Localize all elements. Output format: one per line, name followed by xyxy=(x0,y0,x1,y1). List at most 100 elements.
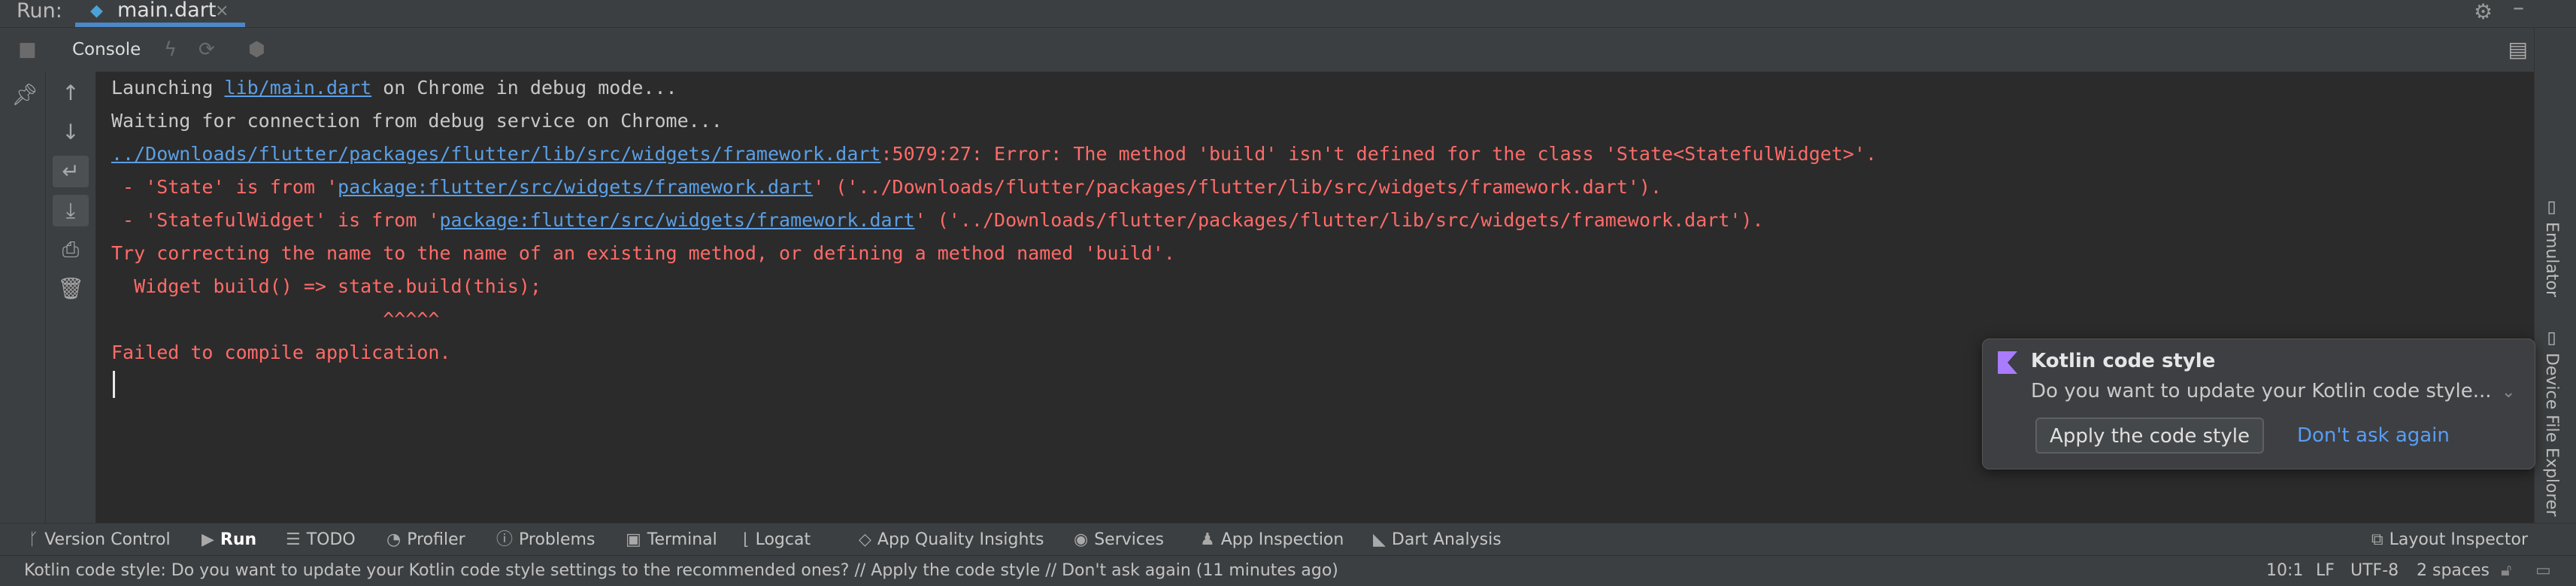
info-circle-icon: ⓘ xyxy=(496,530,514,549)
console-line: Widget build() => state.build(this); xyxy=(111,270,541,303)
tool-label: App Quality Insights xyxy=(877,530,1044,549)
gear-icon[interactable]: ⚙ xyxy=(2474,2,2493,23)
console-file-link[interactable]: ../Downloads/flutter/packages/flutter/li… xyxy=(111,143,881,165)
run-tool-header: Run: ◆ main.dart × ⚙ – xyxy=(0,0,2576,28)
tool-layout-inspector[interactable]: ⧉ Layout Inspector xyxy=(2371,524,2528,556)
caret-position[interactable]: 10:1 xyxy=(2266,556,2303,586)
services-icon: ◉ xyxy=(1074,530,1089,549)
terminal-icon: ▣ xyxy=(626,530,641,549)
notification-title: Kotlin code style xyxy=(2031,350,2216,372)
dont-ask-again-link[interactable]: Don't ask again xyxy=(2297,417,2450,454)
console-text: on Chrome in debug mode... xyxy=(371,77,677,99)
tool-label: Terminal xyxy=(647,530,717,549)
console-line: Failed to compile application. xyxy=(111,336,451,369)
kotlin-code-style-notification: Kotlin code style Do you want to update … xyxy=(1982,339,2535,469)
console-text: ' ('../Downloads/flutter/packages/flutte… xyxy=(813,176,1662,198)
console-text: Launching xyxy=(111,77,225,99)
tool-dart-analysis[interactable]: ◣ Dart Analysis xyxy=(1373,524,1502,556)
console-text: Widget build() => state.build(this); xyxy=(111,275,541,297)
play-icon: ▶ xyxy=(202,530,214,549)
device-file-explorer-label: Device File Explorer xyxy=(2542,353,2561,517)
tool-label: Services xyxy=(1094,530,1164,549)
notification-body: Do you want to update your Kotlin code s… xyxy=(2031,380,2492,402)
tool-terminal[interactable]: ▣ Terminal xyxy=(626,524,717,556)
file-encoding[interactable]: UTF-8 xyxy=(2350,556,2399,586)
console-line: - 'State' is from 'package:flutter/src/w… xyxy=(111,171,1662,204)
logcat-icon: ⌊ xyxy=(743,530,750,549)
console-text: ^^^^^ xyxy=(111,308,440,330)
tab-emulator[interactable]: ▯ Emulator xyxy=(2542,198,2561,297)
tool-label: Logcat xyxy=(755,530,811,549)
console-actions-strip: ↑ ↓ ↵ ⤓ ⎙ 🗑︎ xyxy=(46,71,96,523)
console-file-link[interactable]: package:flutter/src/widgets/framework.da… xyxy=(338,176,813,198)
tool-problems[interactable]: ⓘ Problems xyxy=(496,524,595,556)
status-bar: Kotlin code style: Do you want to update… xyxy=(0,555,2576,586)
devtools-icon[interactable]: ⬢ xyxy=(248,28,265,71)
print-icon[interactable]: ⎙ xyxy=(53,234,89,266)
device-icon: ▯ xyxy=(2542,329,2561,353)
emulator-label: Emulator xyxy=(2542,222,2561,297)
indent-setting[interactable]: 2 spaces xyxy=(2417,556,2490,586)
tool-todo[interactable]: ☰ TODO xyxy=(286,524,356,556)
minimize-icon[interactable]: – xyxy=(2513,0,2524,20)
run-tab-main-dart[interactable]: ◆ main.dart × xyxy=(75,0,245,27)
console-text: :5079:27: Error: The method 'build' isn'… xyxy=(880,143,1877,165)
console-text: Waiting for connection from debug servic… xyxy=(111,110,723,132)
scroll-to-end-icon[interactable]: ⤓ xyxy=(53,195,89,226)
gauge-icon: ◔ xyxy=(386,530,402,549)
text-caret xyxy=(113,371,115,398)
lock-icon[interactable]: 🔓︎ xyxy=(2501,556,2511,586)
console-file-link[interactable]: lib/main.dart xyxy=(225,77,372,99)
memory-indicator-icon[interactable]: ▭ xyxy=(2535,556,2551,586)
lightning-icon[interactable]: ϟ xyxy=(164,28,177,71)
close-icon[interactable]: × xyxy=(215,0,229,23)
tab-console[interactable]: Console xyxy=(72,28,141,71)
arrow-down-icon[interactable]: ↓ xyxy=(53,117,89,148)
console-line: Try correcting the name to the name of a… xyxy=(111,237,1175,270)
tool-app-inspection[interactable]: ♟ App Inspection xyxy=(1200,524,1344,556)
tool-app-quality-insights[interactable]: ◇ App Quality Insights xyxy=(859,524,1044,556)
tool-label: Version Control xyxy=(44,530,171,549)
tool-window-bar: ᚴ Version Control ▶ Run ☰ TODO ◔ Profiler ⓘ Probl… xyxy=(0,523,2576,556)
status-message[interactable]: Kotlin code style: Do you want to update… xyxy=(24,556,1338,586)
tab-device-file-explorer[interactable]: ▯ Device File Explorer xyxy=(2542,329,2561,517)
tool-label: Layout Inspector xyxy=(2389,530,2528,549)
console-text: - 'State' is from ' xyxy=(111,176,338,198)
run-label: Run: xyxy=(17,0,62,23)
chevron-down-icon[interactable]: ⌄ xyxy=(2502,380,2515,405)
tool-label: TODO xyxy=(306,530,356,549)
tool-logcat[interactable]: ⌊ Logcat xyxy=(743,524,811,556)
arrow-up-icon[interactable]: ↑ xyxy=(53,77,89,109)
tool-services[interactable]: ◉ Services xyxy=(1074,524,1164,556)
hot-restart-icon[interactable]: ⟳ xyxy=(199,28,215,71)
tool-label: Problems xyxy=(519,530,596,549)
stop-icon[interactable]: ■ xyxy=(18,28,37,71)
console-toolbar: ■ Console ϟ ⟳ ⬢ ▤ xyxy=(0,28,2534,72)
layout-icon[interactable]: ▤ xyxy=(2508,28,2528,71)
console-line: ^^^^^ xyxy=(111,303,440,336)
tool-label: App Inspection xyxy=(1220,530,1344,549)
right-tool-strip: ▯ Emulator ▯ Device File Explorer xyxy=(2534,28,2576,523)
tool-profiler[interactable]: ◔ Profiler xyxy=(386,524,465,556)
list-icon: ☰ xyxy=(286,530,301,549)
line-separator[interactable]: LF xyxy=(2316,556,2335,586)
trash-icon[interactable]: 🗑︎ xyxy=(53,273,89,305)
tool-version-control[interactable]: ᚴ Version Control xyxy=(29,524,171,556)
console-text: Try correcting the name to the name of a… xyxy=(111,242,1175,264)
inspection-icon: ♟ xyxy=(1200,530,1215,549)
left-action-strip: 📌︎ xyxy=(0,71,46,523)
console-line: - 'StatefulWidget' is from 'package:flut… xyxy=(111,204,1764,237)
apply-code-style-button[interactable]: Apply the code style xyxy=(2035,417,2264,454)
tool-label: Profiler xyxy=(407,530,465,549)
console-text: Failed to compile application. xyxy=(111,342,451,363)
layout-inspector-icon: ⧉ xyxy=(2371,530,2384,549)
pin-icon[interactable]: 📌︎ xyxy=(7,79,43,111)
console-line: Launching lib/main.dart on Chrome in deb… xyxy=(111,71,677,105)
console-line: ../Downloads/flutter/packages/flutter/li… xyxy=(111,138,1877,171)
console-text: ' ('../Downloads/flutter/packages/flutte… xyxy=(914,209,1764,231)
dart-icon: ◆ xyxy=(90,2,103,20)
console-file-link[interactable]: package:flutter/src/widgets/framework.da… xyxy=(440,209,915,231)
emulator-icon: ▯ xyxy=(2542,198,2561,222)
tool-run[interactable]: ▶ Run xyxy=(202,524,256,556)
soft-wrap-icon[interactable]: ↵ xyxy=(53,156,89,187)
